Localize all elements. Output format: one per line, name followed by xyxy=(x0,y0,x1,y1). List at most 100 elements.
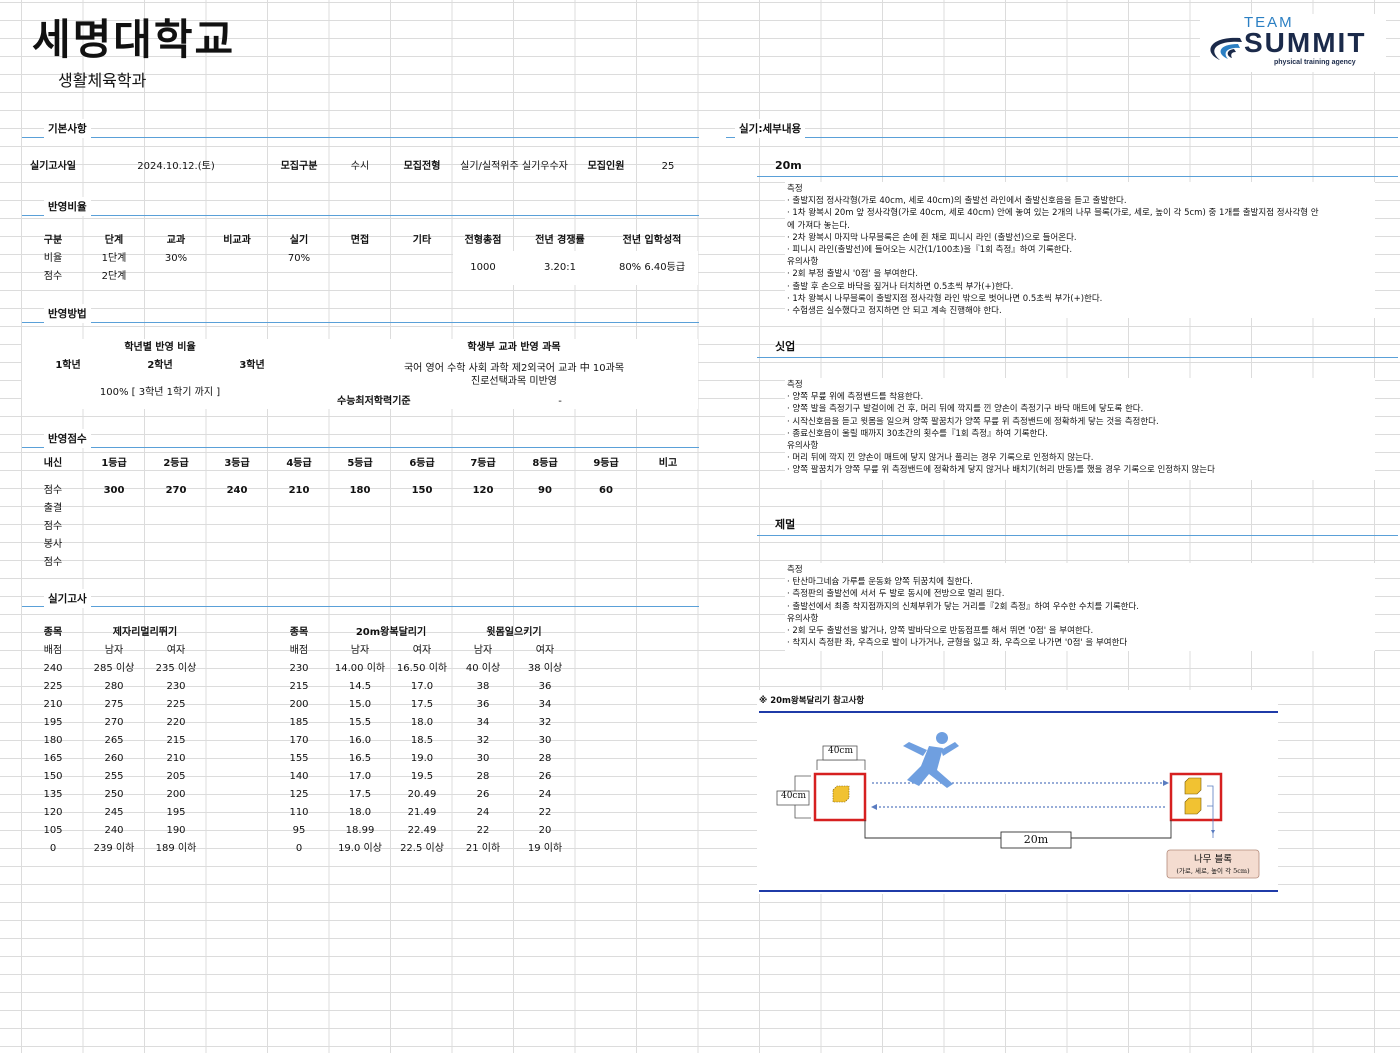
jump-table-cell: 265 xyxy=(104,735,124,746)
shuttle-situp-table-cell: 185 xyxy=(289,717,309,728)
event-title-bar xyxy=(757,339,1398,358)
shuttle-situp-table-cell: 19.0 xyxy=(410,753,434,764)
quota-value: 25 xyxy=(661,161,675,172)
score-value: 210 xyxy=(288,485,310,496)
jump-table-cell: 275 xyxy=(104,699,124,710)
subjects-line2: 진로선택과목 미반영 xyxy=(471,376,557,387)
block-label: 나무 블록 xyxy=(1194,854,1232,865)
shuttle-situp-table-cell: 200 xyxy=(289,699,309,710)
practical-sub: 여자 xyxy=(412,645,432,656)
practical-sub: 남자 xyxy=(350,645,370,656)
ratio-header: 구분 xyxy=(43,235,63,246)
type-label: 모집전형 xyxy=(403,161,441,172)
shuttle-situp-table-cell: 14.00 이하 xyxy=(334,663,386,674)
block-desc: (가로, 세로, 높이 각 5cm) xyxy=(1176,867,1250,875)
jump-table-cell: 150 xyxy=(43,771,63,782)
practical-sub: 남자 xyxy=(104,645,124,656)
jump-table-cell: 210 xyxy=(43,699,63,710)
jump-table-cell: 200 xyxy=(166,789,186,800)
shuttle-situp-table-cell: 0 xyxy=(295,843,303,854)
min-standard-value: - xyxy=(558,396,562,407)
section-rule xyxy=(22,606,699,607)
jump-table-cell: 189 이하 xyxy=(155,843,197,854)
description-line: · 출발선에서 최종 착지점까지의 신체부위가 닿는 거리를『2회 측정』하여 … xyxy=(787,601,1139,612)
description-line: 측정 xyxy=(787,380,803,390)
ratio-header: 면접 xyxy=(350,235,370,246)
section-practical: 실기고사 xyxy=(44,589,91,608)
shuttle-situp-table-cell: 34 xyxy=(538,699,552,710)
logo-tagline: physical training agency xyxy=(1274,59,1356,66)
shuttle-situp-table-cell: 16.0 xyxy=(348,735,372,746)
type-value: 실기/실적위주 실기우수자 xyxy=(460,161,568,172)
shuttle-situp-table-cell: 17.5 xyxy=(410,699,434,710)
grade-ratio-label: 학년별 반영 비율 xyxy=(124,342,196,353)
score-value: 300 xyxy=(103,485,125,496)
event-title-bar xyxy=(757,158,1398,177)
event2-description: 측정 · 양쪽 무릎 위에 측정밴드를 착용한다. · 양쪽 발을 측정기구 발걸이… xyxy=(787,379,1215,477)
shuttle-situp-table-cell: 38 이상 xyxy=(527,663,563,674)
score-header: 3등급 xyxy=(224,458,250,469)
shuttle-situp-table-cell: 16.50 이하 xyxy=(396,663,448,674)
shuttle-situp-table-cell: 19.5 xyxy=(410,771,434,782)
shuttle-situp-table-cell: 19 이하 xyxy=(527,843,563,854)
jump-table-cell: 210 xyxy=(166,753,186,764)
section-rule xyxy=(22,215,699,216)
shuttle-situp-table-cell: 32 xyxy=(538,717,552,728)
description-line: · 양쪽 발을 측정기구 발걸이에 건 후, 머리 뒤에 깍지를 낀 양손이 측… xyxy=(787,404,1144,415)
ratio-header: 전년 경쟁률 xyxy=(535,235,585,246)
jump-table-cell: 165 xyxy=(43,753,63,764)
score-header: 1등급 xyxy=(101,458,127,469)
event-title-bar xyxy=(757,517,1398,536)
shuttle-situp-table-cell: 22 xyxy=(538,807,552,818)
score-header: 8등급 xyxy=(532,458,558,469)
jump-table-cell: 255 xyxy=(104,771,124,782)
prev-competition: 3.20:1 xyxy=(544,262,576,273)
ratio-cell: 2단계 xyxy=(101,271,127,282)
ratio-header: 전형총점 xyxy=(464,235,502,246)
description-line: · 1차 왕복시 20m 앞 정사각형(가로 40cm, 세로 40cm) 안에… xyxy=(787,208,1319,219)
shuttle-situp-table-cell: 21 이하 xyxy=(465,843,501,854)
shuttle-situp-table-cell: 34 xyxy=(476,717,490,728)
jump-table-cell: 240 xyxy=(104,825,124,836)
description-line: · 머리 뒤에 깍지 낀 양손이 매트에 닿지 않거나 풀리는 경우 기록으로 … xyxy=(787,453,1094,464)
shuttle-situp-table-cell: 20.49 xyxy=(407,789,437,800)
score-value: 180 xyxy=(349,485,371,496)
section-ratio: 반영비율 xyxy=(44,197,91,216)
section-basic: 기본사항 xyxy=(44,119,91,138)
ratio-header: 교과 xyxy=(166,235,186,246)
ratio-header: 기타 xyxy=(412,235,432,246)
shuttle-situp-table-cell: 15.5 xyxy=(348,717,372,728)
ratio-header: 전년 입학성적 xyxy=(622,235,682,246)
jump-table-cell: 260 xyxy=(104,753,124,764)
shuttle-situp-table-cell: 30 xyxy=(538,735,552,746)
practical-sub: 배점 xyxy=(289,645,309,656)
jump-table-cell: 245 xyxy=(104,807,124,818)
description-line: · 양쪽 팔꿈치가 양쪽 무릎 위 측정밴드에 정확하게 닿지 않거나 배치기(… xyxy=(787,465,1215,476)
score-value: 120 xyxy=(472,485,494,496)
department-name: 생활체육학과 xyxy=(58,71,147,90)
ratio-header: 단계 xyxy=(104,235,124,246)
jump-table-cell: 220 xyxy=(166,717,186,728)
jump-table-cell: 230 xyxy=(166,681,186,692)
score-row-label: 점수 xyxy=(43,485,63,496)
score-header: 5등급 xyxy=(347,458,373,469)
description-line: 유의사항 xyxy=(787,613,819,624)
description-line: · 종료신호음이 울릴 때까지 30초간의 횟수를『1회 측정』하여 기록한다. xyxy=(787,428,1048,439)
description-line: 유의사항 xyxy=(787,441,819,452)
section-rule xyxy=(726,137,1398,138)
shuttle-situp-table-cell: 26 xyxy=(538,771,552,782)
jump-table-cell: 195 xyxy=(43,717,63,728)
jump-table-cell: 270 xyxy=(104,717,124,728)
shuttle-situp-table-cell: 36 xyxy=(538,681,552,692)
description-line: · 피니시 라인(출발선)에 들어오는 시간(1/100초)을『1회 측정』하여… xyxy=(787,245,1073,256)
score-header: 2등급 xyxy=(163,458,189,469)
score-header: 4등급 xyxy=(286,458,312,469)
shuttle-situp-table-cell: 17.0 xyxy=(348,771,372,782)
shuttle-situp-table-cell: 18.0 xyxy=(410,717,434,728)
shuttle-situp-table-cell: 19.0 이상 xyxy=(338,843,382,854)
shuttle-situp-table-cell: 95 xyxy=(292,825,306,836)
ratio-header: 실기 xyxy=(289,235,309,246)
score-header: 9등급 xyxy=(593,458,619,469)
jump-table-cell: 250 xyxy=(104,789,124,800)
shuttle-situp-table-cell: 16.5 xyxy=(348,753,372,764)
